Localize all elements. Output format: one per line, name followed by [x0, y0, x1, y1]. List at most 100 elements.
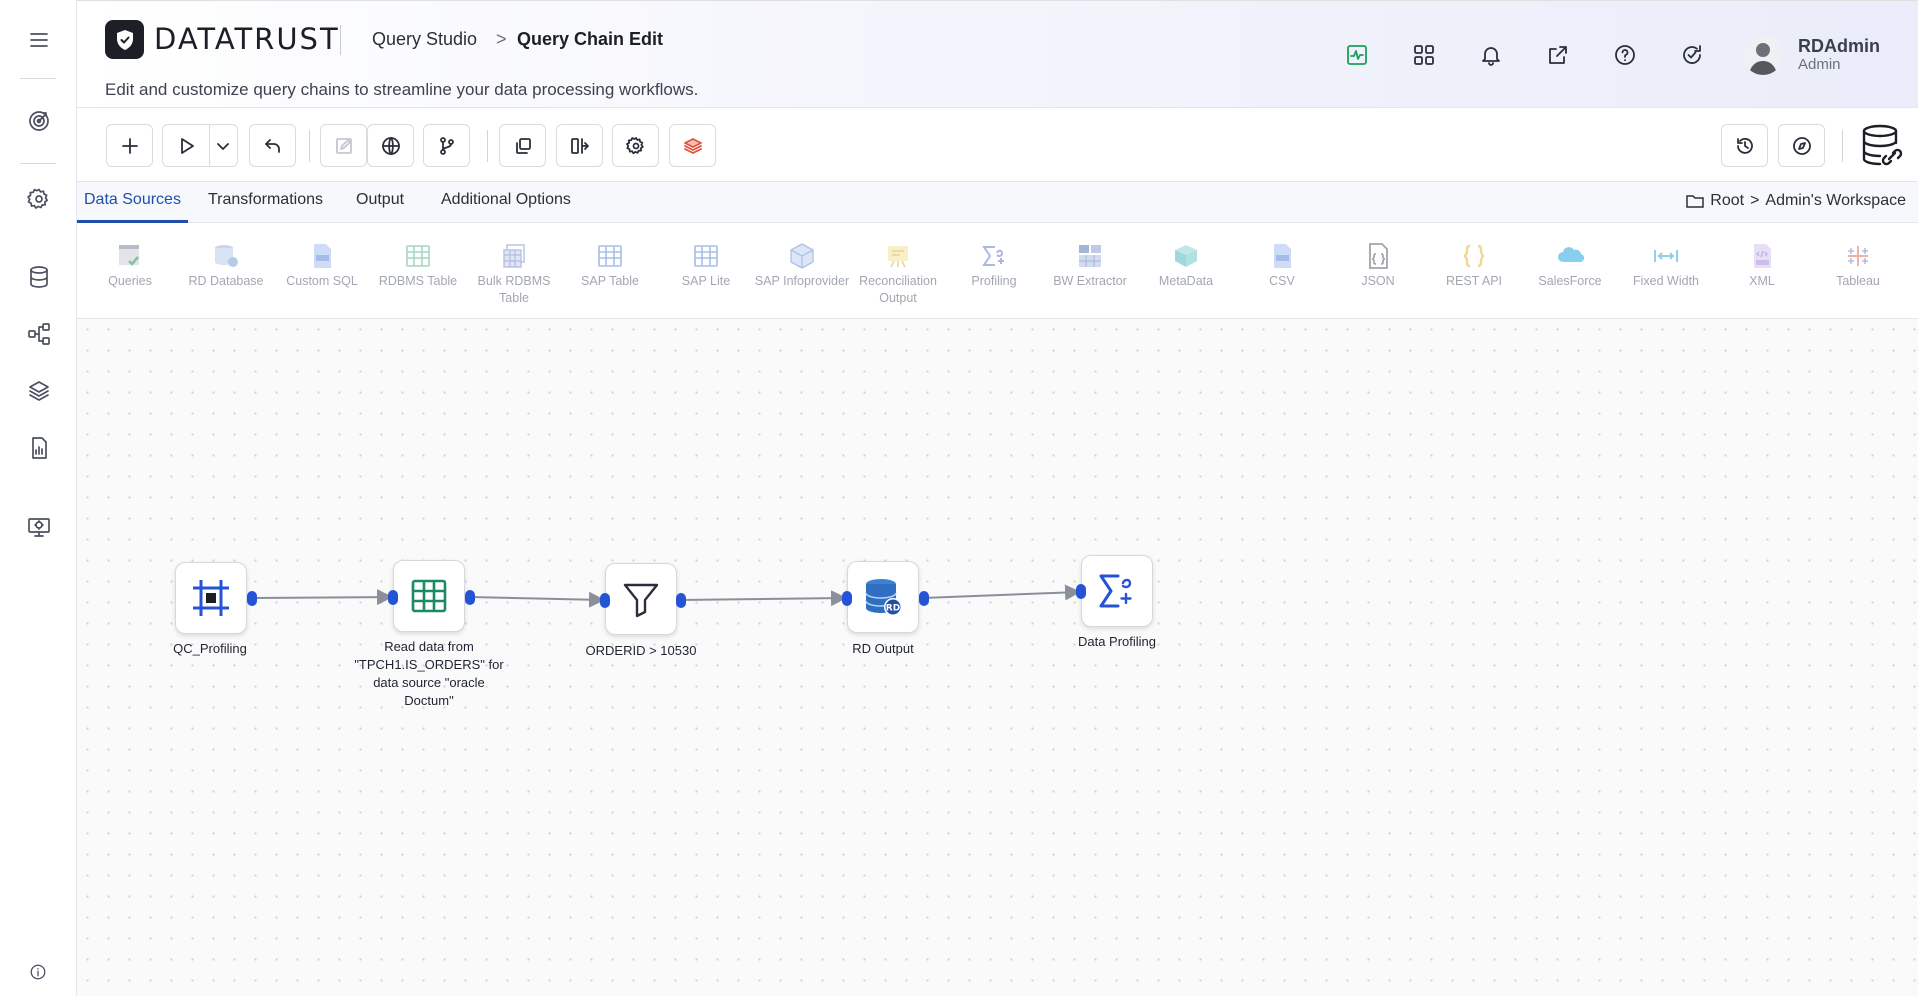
- stack-button[interactable]: [669, 124, 716, 167]
- app-header: DATATRUST Query Studio > Query Chain Edi…: [77, 0, 1918, 108]
- input-port[interactable]: [842, 591, 852, 606]
- tab-bar: Data Sources Transformations Output Addi…: [77, 182, 1918, 223]
- flow-canvas[interactable]: QC_Profiling Read data from "TPCH1.IS_OR…: [77, 319, 1918, 996]
- output-port[interactable]: [676, 593, 686, 608]
- sidebar-item-menu[interactable]: [0, 20, 77, 60]
- flow-node-rd-output[interactable]: RD: [847, 561, 919, 633]
- user-name: RDAdmin: [1798, 36, 1880, 56]
- breadcrumb-separator: >: [496, 29, 507, 49]
- salesforce-icon: [1558, 247, 1585, 263]
- toolbar-divider: [1842, 130, 1843, 162]
- flow-node-read-data[interactable]: [393, 560, 465, 632]
- palette-item-sap-infoprovider[interactable]: SAP Infoprovider: [754, 241, 850, 290]
- flow-icon: [27, 323, 50, 345]
- target-icon: [28, 111, 49, 131]
- palette-item-json[interactable]: JSON: [1330, 241, 1426, 290]
- palette-item-bulk-rdbms-table[interactable]: Bulk RDBMS Table: [466, 241, 562, 307]
- copy-button[interactable]: [499, 124, 546, 167]
- palette-item-sap-lite[interactable]: SAP Lite: [658, 241, 754, 290]
- sidebar-item-report[interactable]: [0, 428, 77, 468]
- connection-4-5[interactable]: [922, 584, 1081, 601]
- run-split-button[interactable]: [162, 124, 238, 167]
- flow-node-filter[interactable]: [605, 563, 677, 635]
- edit-button[interactable]: [320, 124, 367, 167]
- breadcrumb-query-studio[interactable]: Query Studio: [372, 29, 477, 50]
- brand-name: DATATRUST: [154, 22, 340, 56]
- history-button[interactable]: [1721, 124, 1768, 167]
- open-external-button[interactable]: [1544, 41, 1572, 69]
- palette-item-rest-api[interactable]: REST API: [1426, 241, 1522, 290]
- tab-transformations[interactable]: Transformations: [201, 182, 330, 223]
- palette-item-bw-extractor[interactable]: BW Extractor: [1042, 241, 1138, 290]
- connection-2-3[interactable]: [468, 591, 605, 608]
- sidebar-item-settings[interactable]: [0, 179, 77, 219]
- settings-button[interactable]: [612, 124, 659, 167]
- flow-node-qc-profiling[interactable]: [175, 562, 247, 634]
- palette-item-custom-sql[interactable]: Custom SQL: [274, 241, 370, 290]
- sidebar-item-database[interactable]: [0, 257, 77, 297]
- input-port[interactable]: [1076, 584, 1086, 599]
- node-label: ORDERID > 10530: [585, 643, 697, 658]
- sidebar-divider: [20, 163, 56, 164]
- tab-data-sources[interactable]: Data Sources: [77, 182, 188, 223]
- sidebar-item-target[interactable]: [0, 101, 77, 141]
- notifications-button[interactable]: [1477, 41, 1505, 69]
- tab-additional-options[interactable]: Additional Options: [434, 182, 578, 223]
- xml-icon: [1754, 244, 1771, 268]
- palette-item-metadata[interactable]: MetaData: [1138, 241, 1234, 290]
- sidebar-item-flow[interactable]: [0, 314, 77, 354]
- tab-output[interactable]: Output: [349, 182, 411, 223]
- apps-grid-button[interactable]: [1410, 41, 1438, 69]
- input-port[interactable]: [600, 593, 610, 608]
- sidebar-item-monitor[interactable]: [0, 507, 77, 547]
- output-port[interactable]: [919, 591, 929, 606]
- connection-1-2[interactable]: [250, 589, 393, 606]
- node-label: QC_Profiling: [173, 641, 247, 656]
- flow-node-data-profiling[interactable]: [1081, 555, 1153, 627]
- connection-3-4[interactable]: [679, 590, 847, 607]
- avatar[interactable]: [1743, 35, 1783, 75]
- palette-item-queries[interactable]: Queries: [82, 241, 178, 290]
- globe-icon: [381, 136, 400, 155]
- workspace-root: Root: [1710, 192, 1745, 209]
- workspace-breadcrumb[interactable]: Root > Admin's Workspace: [1686, 192, 1906, 210]
- sidebar-item-layers[interactable]: [0, 371, 77, 411]
- add-button[interactable]: [106, 124, 153, 167]
- reconciliation-output-icon: [888, 246, 908, 268]
- palette-item-csv[interactable]: CSV: [1234, 241, 1330, 290]
- bulk-rdbms-table-icon: [503, 244, 525, 268]
- layers-icon: [28, 381, 49, 401]
- sync-status-button[interactable]: [1678, 41, 1706, 69]
- page-title: Query Chain Edit: [517, 29, 664, 49]
- output-port[interactable]: [247, 591, 257, 606]
- palette-item-reconciliation-output[interactable]: Reconciliation Output: [850, 241, 946, 307]
- compare-icon: [570, 137, 589, 154]
- help-button[interactable]: [1611, 41, 1639, 69]
- palette-item-profiling[interactable]: Profiling: [946, 241, 1042, 290]
- linked-database-button[interactable]: [1859, 122, 1907, 170]
- navigate-button[interactable]: [1778, 124, 1825, 167]
- node-label: Data Profiling: [1077, 634, 1157, 649]
- undo-button[interactable]: [249, 124, 296, 167]
- report-icon: [31, 437, 47, 459]
- fixed-width-icon: [1654, 250, 1678, 262]
- globe-button[interactable]: [367, 124, 414, 167]
- palette-item-rd-database[interactable]: RD Database: [178, 241, 274, 290]
- branch-button[interactable]: [423, 124, 470, 167]
- palette-item-sap-table[interactable]: SAP Table: [562, 241, 658, 290]
- info-icon: [30, 964, 46, 980]
- info-button[interactable]: [26, 960, 50, 984]
- palette-item-rdbms-table[interactable]: RDBMS Table: [370, 241, 466, 290]
- palette-item-xml[interactable]: XML: [1714, 241, 1810, 290]
- health-button[interactable]: [1343, 41, 1371, 69]
- play-icon: [181, 137, 194, 154]
- palette-item-salesforce[interactable]: SalesForce: [1522, 241, 1618, 290]
- output-port[interactable]: [465, 590, 475, 605]
- bell-icon: [1482, 47, 1500, 66]
- input-port[interactable]: [388, 590, 398, 605]
- activity-icon: [1347, 45, 1367, 65]
- folder-icon: [1686, 195, 1705, 208]
- compare-button[interactable]: [556, 124, 603, 167]
- palette-item-fixed-width[interactable]: Fixed Width: [1618, 241, 1714, 290]
- palette-item-tableau[interactable]: Tableau: [1810, 241, 1906, 290]
